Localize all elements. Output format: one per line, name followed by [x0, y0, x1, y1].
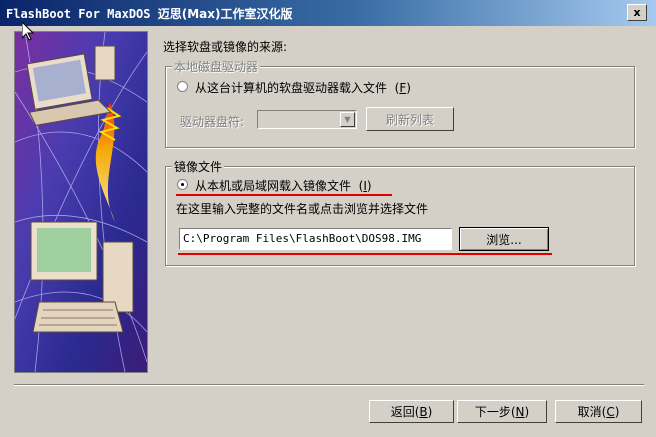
mouse-pointer-icon [22, 22, 34, 41]
browse-label: 浏览... [486, 232, 522, 247]
back-hotkey-wrap: (B) [414, 404, 433, 419]
image-source-radio[interactable] [177, 179, 188, 190]
image-path-value: C:\Program Files\FlashBoot\DOS98.IMG [183, 232, 422, 245]
floppy-source-label[interactable]: 从这台计算机的软盘驱动器载入文件 (F) [195, 79, 411, 96]
back-label: 返回 [390, 405, 415, 419]
floppy-source-hotkey-wrap: (F) [390, 81, 411, 95]
floppy-source-hotkey: F [399, 81, 407, 95]
next-hotkey-wrap: (N) [510, 404, 530, 419]
image-path-input[interactable]: C:\Program Files\FlashBoot\DOS98.IMG [179, 228, 452, 250]
floppy-source-text: 从这台计算机的软盘驱动器载入文件 [195, 81, 388, 95]
image-source-text: 从本机或局域网载入镜像文件 [195, 179, 352, 193]
source-heading: 选择软盘或镜像的来源: [163, 40, 288, 54]
footer-separator [14, 384, 644, 386]
title-bar: FlashBoot For MaxDOS 迈思(Max)工作室汉化版 x [0, 0, 656, 26]
image-path-hint: 在这里输入完整的文件名或点击浏览并选择文件 [176, 202, 429, 216]
back-button[interactable]: 返回 (B) [369, 400, 454, 423]
refresh-list-button[interactable]: 刷新列表 [366, 107, 454, 131]
image-source-hotkey-wrap: (I) [354, 179, 372, 193]
cancel-button[interactable]: 取消 (C) [555, 400, 642, 423]
computers-illustration [15, 32, 147, 372]
image-source-label[interactable]: 从本机或局域网载入镜像文件 (I) [195, 177, 372, 194]
cancel-hotkey-wrap: (C) [601, 404, 620, 419]
cancel-label: 取消 [577, 405, 602, 419]
window-title-prefix: FlashBoot For MaxDOS [6, 7, 151, 21]
next-button[interactable]: 下一步 (N) [457, 400, 547, 423]
image-file-group-legend: 镜像文件 [172, 158, 225, 175]
browse-button[interactable]: 浏览... [459, 227, 549, 251]
floppy-source-radio[interactable] [177, 81, 188, 92]
annotation-underline-path [178, 253, 552, 255]
close-button[interactable]: x [627, 4, 647, 21]
image-source-hotkey: I [363, 179, 367, 193]
annotation-underline-radio [176, 194, 392, 196]
next-label: 下一步 [474, 405, 511, 419]
drive-letter-select[interactable]: ▼ [257, 110, 357, 129]
next-hotkey: N [515, 404, 525, 419]
close-icon: x [633, 6, 641, 19]
cancel-hotkey: C [606, 404, 615, 419]
wizard-side-illustration [14, 31, 148, 373]
refresh-list-label: 刷新列表 [385, 112, 434, 127]
back-hotkey: B [419, 404, 428, 419]
local-drive-group-legend: 本地磁盘驱动器 [172, 58, 261, 75]
window-title-suffix: 迈思(Max)工作室汉化版 [157, 7, 293, 21]
dropdown-arrow-icon[interactable]: ▼ [340, 112, 355, 127]
drive-letter-label: 驱动器盘符: [180, 115, 245, 129]
window-title: FlashBoot For MaxDOS 迈思(Max)工作室汉化版 [6, 5, 292, 22]
